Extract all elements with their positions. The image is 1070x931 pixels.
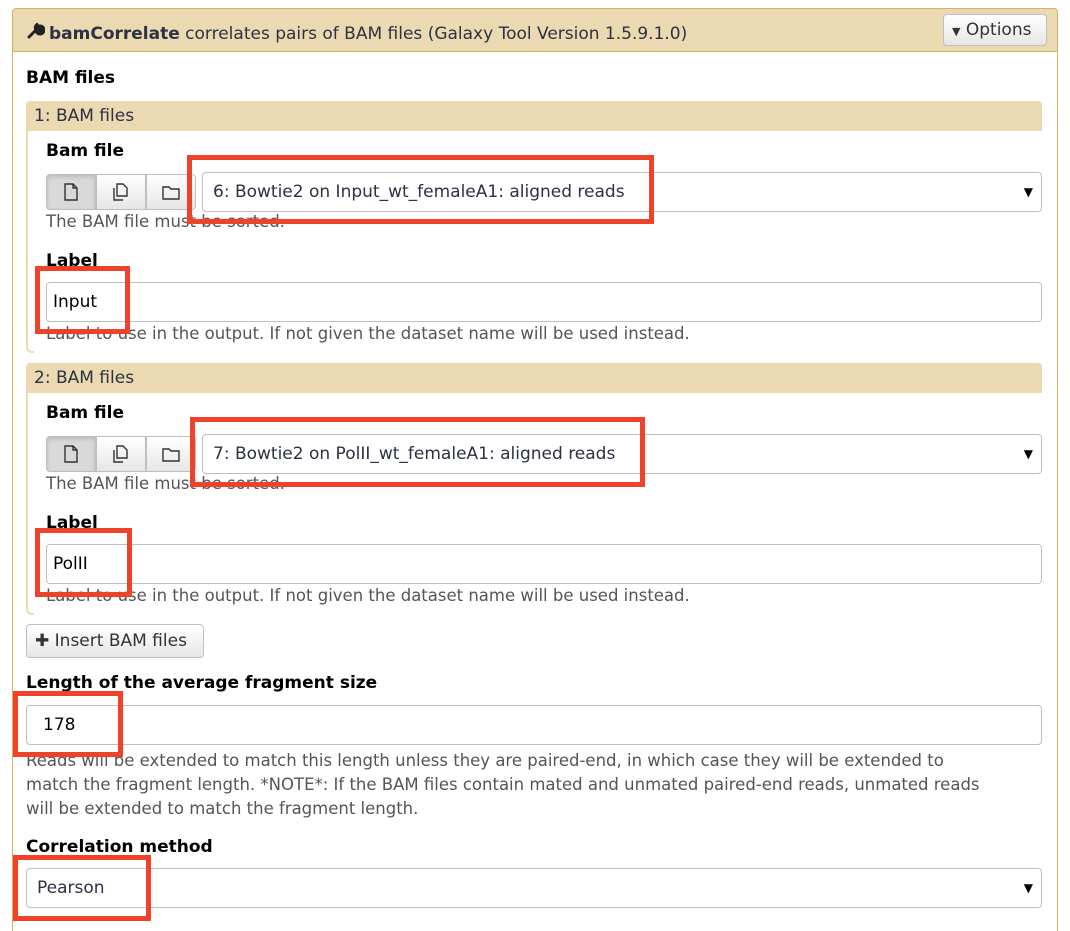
repeat-2-bam-file-help: The BAM file must be sorted.: [46, 474, 285, 493]
caret-down-icon: ▼: [952, 25, 961, 38]
options-label: Options: [965, 20, 1032, 40]
repeat-1-bam-file-help: The BAM file must be sorted.: [46, 212, 285, 231]
repeat-1-bam-file-value: 6: Bowtie2 on Input_wt_femaleA1: aligned…: [213, 182, 625, 202]
plus-icon: ✚: [35, 631, 50, 651]
correlation-method-value: Pearson: [37, 878, 105, 898]
repeat-1-label-label: Label: [46, 251, 98, 271]
repeat-2-bam-file-label: Bam file: [46, 403, 125, 423]
repeat-2-input-type-group: [46, 436, 196, 472]
files-icon: [113, 183, 128, 201]
insert-bam-files-label: Insert BAM files: [54, 631, 187, 651]
insert-bam-files-button[interactable]: ✚ Insert BAM files: [26, 624, 204, 658]
correlation-method-select[interactable]: Pearson ▼: [26, 868, 1042, 908]
options-button[interactable]: ▼ Options: [943, 14, 1047, 46]
fragment-help-line-2: match the fragment length. *NOTE*: If th…: [26, 775, 980, 794]
repeat-2-header[interactable]: 2: BAM files: [26, 363, 1042, 393]
collection-button[interactable]: [146, 436, 196, 472]
tool-description: correlates pairs of BAM files (Galaxy To…: [185, 24, 688, 44]
fragment-length-input[interactable]: 178: [26, 705, 1042, 745]
tool-header: bamCorrelate correlates pairs of BAM fil…: [12, 8, 1058, 52]
repeat-1-bam-file-select[interactable]: 6: Bowtie2 on Input_wt_femaleA1: aligned…: [202, 172, 1042, 212]
single-dataset-button[interactable]: [46, 436, 96, 472]
repeat-2-label-label: Label: [46, 513, 98, 533]
caret-down-icon: ▼: [1023, 881, 1033, 895]
fragment-help-line-3: will be extended to match the fragment l…: [26, 799, 419, 818]
single-dataset-button[interactable]: [46, 174, 96, 210]
tool-title: bamCorrelate correlates pairs of BAM fil…: [27, 21, 687, 44]
repeat-2-bam-file-value: 7: Bowtie2 on PolII_wt_femaleA1: aligned…: [213, 444, 616, 464]
bam-files-section-label: BAM files: [26, 68, 116, 88]
multiple-datasets-button[interactable]: [96, 174, 146, 210]
caret-down-icon: ▼: [1023, 447, 1033, 461]
repeat-2-border: [26, 393, 34, 615]
file-icon: [64, 183, 78, 201]
folder-icon: [162, 186, 180, 200]
repeat-2-label-input[interactable]: PolII: [46, 544, 1042, 584]
repeat-2-label-help: Label to use in the output. If not given…: [46, 586, 690, 605]
repeat-2-bam-file-select[interactable]: 7: Bowtie2 on PolII_wt_femaleA1: aligned…: [202, 434, 1042, 474]
file-icon: [64, 445, 78, 463]
collection-button[interactable]: [146, 174, 196, 210]
fragment-length-label: Length of the average fragment size: [26, 673, 378, 693]
files-icon: [113, 445, 128, 463]
tool-name: bamCorrelate: [49, 24, 180, 44]
repeat-1-border: [26, 131, 34, 353]
fragment-help-line-1: Reads will be extended to match this len…: [26, 751, 944, 770]
repeat-1-header[interactable]: 1: BAM files: [26, 101, 1042, 131]
correlation-method-label: Correlation method: [26, 837, 213, 857]
repeat-1-label-input[interactable]: Input: [46, 282, 1042, 322]
folder-icon: [162, 448, 180, 462]
caret-down-icon: ▼: [1023, 185, 1033, 199]
repeat-1-input-type-group: [46, 174, 196, 210]
multiple-datasets-button[interactable]: [96, 436, 146, 472]
repeat-1-bam-file-label: Bam file: [46, 141, 125, 161]
wrench-icon: [27, 21, 46, 44]
repeat-1-label-help: Label to use in the output. If not given…: [46, 324, 690, 343]
